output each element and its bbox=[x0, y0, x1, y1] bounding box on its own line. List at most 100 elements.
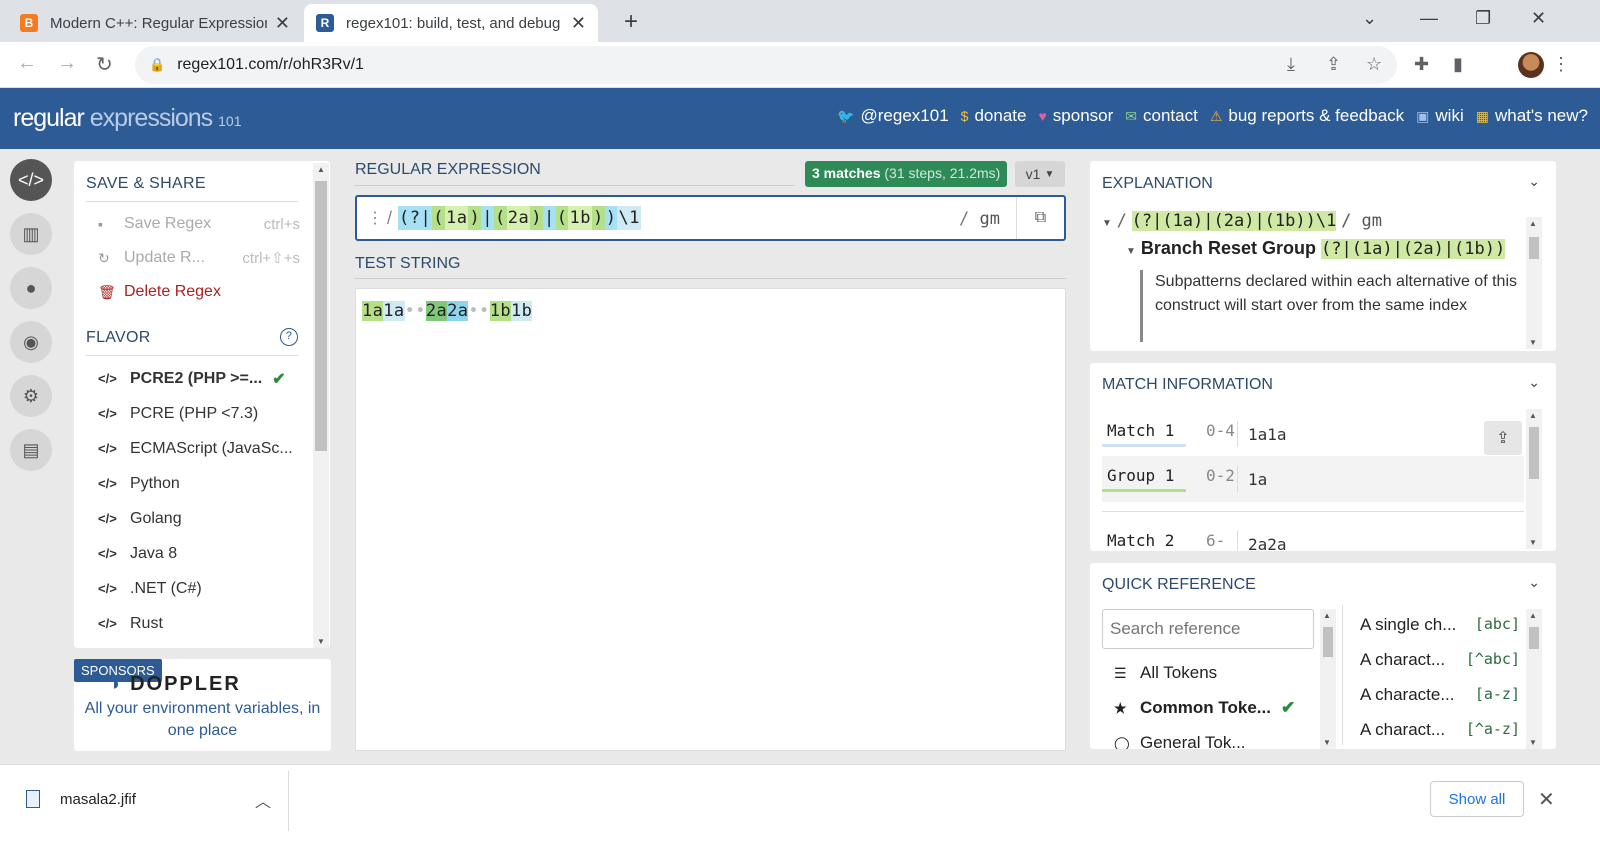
category-all-tokens[interactable]: ☰ All Tokens bbox=[1114, 663, 1217, 683]
category-common-tokens[interactable]: ★ Common Toke... ✔ bbox=[1114, 698, 1295, 718]
tab-search-icon[interactable]: ⌄ bbox=[1362, 8, 1377, 29]
restore-icon[interactable]: ❐ bbox=[1475, 8, 1491, 29]
close-tab-icon[interactable]: ✕ bbox=[571, 13, 586, 34]
profile-avatar[interactable] bbox=[1518, 52, 1544, 78]
match-row[interactable]: Match 1 0-4 1a1a bbox=[1102, 411, 1524, 457]
regex-flags[interactable]: / gm bbox=[959, 209, 1000, 229]
nav-sponsor[interactable]: ♥ sponsor bbox=[1038, 106, 1113, 126]
dollar-icon: $ bbox=[960, 108, 969, 124]
explanation-root[interactable]: ▼ / (?|(1a)|(2a)|(1b))\1 / gm bbox=[1102, 211, 1382, 231]
explanation-scrollbar[interactable]: ▲ ▼ bbox=[1526, 217, 1542, 349]
chevron-up-icon[interactable]: ︿ bbox=[255, 788, 271, 812]
browser-tab-2[interactable]: R regex101: build, test, and debug ✕ bbox=[304, 4, 598, 42]
site-logo[interactable]: regular expressions 101 bbox=[13, 104, 242, 133]
install-icon[interactable]: ⤓ bbox=[1287, 54, 1295, 75]
new-tab-icon[interactable]: + bbox=[624, 8, 638, 36]
token-scrollbar[interactable]: ▲ ▼ bbox=[1526, 609, 1542, 749]
sponsor-description[interactable]: All your environment variables, in one p… bbox=[74, 698, 331, 742]
left-panel-scrollbar[interactable]: ▲ ▼ bbox=[313, 163, 329, 648]
nav-whats-new[interactable]: ▦ what's new? bbox=[1476, 106, 1588, 126]
test-string-input[interactable]: 1a1a••2a2a••1b1b bbox=[355, 288, 1066, 751]
flavor-label: PCRE (PHP <7.3) bbox=[130, 404, 259, 422]
chat-icon[interactable]: ▤ bbox=[10, 429, 52, 471]
drag-handle-icon[interactable]: ⋮ bbox=[367, 208, 383, 228]
address-bar[interactable]: 🔒 regex101.com/r/ohR3Rv/1 bbox=[135, 46, 1397, 84]
flavor-item-python[interactable]: </> Python bbox=[74, 466, 314, 501]
group-row[interactable]: Group 1 0-2 1a bbox=[1102, 456, 1524, 502]
nav-donate[interactable]: $ donate bbox=[961, 106, 1027, 126]
back-icon[interactable]: ← bbox=[17, 52, 37, 75]
help-icon[interactable]: ? bbox=[280, 328, 298, 346]
scroll-up-icon[interactable]: ▲ bbox=[317, 165, 325, 174]
flavor-item-pcre2[interactable]: </> PCRE2 (PHP >=... ✔ bbox=[74, 361, 314, 396]
version-select[interactable]: v1 ▼ bbox=[1015, 161, 1065, 187]
minimize-icon[interactable]: — bbox=[1420, 8, 1438, 29]
flavor-item-dotnet[interactable]: </> .NET (C#) bbox=[74, 571, 314, 606]
regex-section-title: REGULAR EXPRESSION bbox=[355, 161, 541, 178]
scroll-up-icon[interactable]: ▲ bbox=[1529, 411, 1537, 420]
account-icon[interactable]: ● bbox=[10, 267, 52, 309]
scrollbar-thumb[interactable] bbox=[1529, 237, 1539, 259]
token-row[interactable]: A single ch... [abc] bbox=[1360, 615, 1520, 635]
close-window-icon[interactable]: ✕ bbox=[1531, 8, 1546, 29]
scrollbar-thumb[interactable] bbox=[315, 181, 327, 451]
scroll-down-icon[interactable]: ▼ bbox=[1529, 738, 1537, 747]
copy-icon[interactable]: ⧉ bbox=[1016, 197, 1064, 239]
scrollbar-thumb[interactable] bbox=[1529, 627, 1539, 649]
export-share-icon[interactable]: ⇪ bbox=[1484, 421, 1522, 455]
nav-wiki[interactable]: ▣ wiki bbox=[1416, 106, 1464, 126]
scroll-down-icon[interactable]: ▼ bbox=[1529, 338, 1537, 347]
delete-regex-button[interactable]: 🗑 Delete Regex bbox=[74, 275, 314, 309]
reload-icon[interactable]: ↻ bbox=[96, 52, 113, 77]
chevron-down-icon[interactable]: ⌄ bbox=[1528, 374, 1540, 391]
show-all-button[interactable]: Show all bbox=[1430, 781, 1524, 817]
share-icon[interactable]: ⇪ bbox=[1326, 54, 1341, 75]
chevron-down-icon[interactable]: ⌄ bbox=[1528, 173, 1540, 190]
library-icon[interactable]: ▥ bbox=[10, 213, 52, 255]
download-item[interactable]: masala2.jfif bbox=[26, 790, 136, 808]
token-row[interactable]: A characte... [a-z] bbox=[1360, 685, 1520, 705]
match-scrollbar[interactable]: ▲ ▼ bbox=[1526, 409, 1542, 549]
token-row[interactable]: A charact... [^a-z] bbox=[1360, 720, 1520, 740]
close-tab-icon[interactable]: ✕ bbox=[275, 13, 290, 34]
close-icon[interactable]: ✕ bbox=[1538, 787, 1555, 812]
token-row[interactable]: A charact... [^abc] bbox=[1360, 650, 1520, 670]
category-general-tokens[interactable]: ◯ General Tok... bbox=[1114, 733, 1246, 749]
extensions-icon[interactable]: ✚ bbox=[1414, 54, 1429, 75]
scroll-down-icon[interactable]: ▼ bbox=[1323, 738, 1331, 747]
doppler-logo[interactable]: ◗ DOPPLER bbox=[110, 673, 241, 696]
nav-bug-reports[interactable]: ⚠ bug reports & feedback bbox=[1210, 106, 1404, 126]
flavor-item-ecmascript[interactable]: </> ECMAScript (JavaSc... bbox=[74, 431, 314, 466]
scroll-down-icon[interactable]: ▼ bbox=[317, 637, 325, 646]
nav-twitter[interactable]: 🐦 @regex101 bbox=[837, 106, 949, 126]
download-bar: masala2.jfif ︿ Show all ✕ bbox=[0, 764, 1600, 850]
side-panel-icon[interactable]: ▮ bbox=[1453, 54, 1463, 75]
scroll-up-icon[interactable]: ▲ bbox=[1323, 611, 1331, 620]
save-regex-button[interactable]: ▪ Save Regex ctrl+s bbox=[74, 207, 314, 241]
flavor-item-pcre[interactable]: </> PCRE (PHP <7.3) bbox=[74, 396, 314, 431]
regex-input[interactable]: ⋮ / (?|(1a) |(2a) |(1b)) \1 / gm ⧉ bbox=[355, 195, 1066, 241]
update-regex-button[interactable]: ↻ Update R... ctrl+⇧+s bbox=[74, 241, 314, 275]
flavor-item-golang[interactable]: </> Golang bbox=[74, 501, 314, 536]
flavor-item-rust[interactable]: </> Rust bbox=[74, 606, 314, 641]
code-editor-icon[interactable]: </> bbox=[10, 159, 52, 201]
browser-tab-1[interactable]: B Modern C++: Regular Expression ✕ bbox=[8, 4, 302, 42]
scroll-down-icon[interactable]: ▼ bbox=[1529, 538, 1537, 547]
scrollbar-thumb[interactable] bbox=[1323, 627, 1333, 657]
scroll-up-icon[interactable]: ▲ bbox=[1529, 219, 1537, 228]
settings-gear-icon[interactable]: ⚙ bbox=[10, 375, 52, 417]
match-row[interactable]: Match 2 6-10 2a2a bbox=[1102, 521, 1524, 551]
quiz-gamepad-icon[interactable]: ◉ bbox=[10, 321, 52, 363]
lock-icon: 🔒 bbox=[149, 57, 166, 72]
flavor-item-java8[interactable]: </> Java 8 bbox=[74, 536, 314, 571]
forward-icon[interactable]: → bbox=[57, 52, 77, 75]
nav-contact[interactable]: ✉ contact bbox=[1125, 106, 1198, 126]
bookmark-star-icon[interactable]: ☆ bbox=[1366, 54, 1382, 75]
scroll-up-icon[interactable]: ▲ bbox=[1529, 611, 1537, 620]
search-reference-input[interactable] bbox=[1102, 609, 1314, 649]
branch-reset-node[interactable]: ▼ Branch Reset Group (?|(1a)|(2a)|(1b)) bbox=[1126, 238, 1506, 259]
regex-text[interactable]: (?|(1a) |(2a) |(1b)) \1 bbox=[398, 206, 641, 230]
menu-icon[interactable]: ⋮ bbox=[1552, 54, 1570, 75]
scrollbar-thumb[interactable] bbox=[1529, 427, 1539, 479]
category-scrollbar[interactable]: ▲ ▼ bbox=[1320, 609, 1336, 749]
